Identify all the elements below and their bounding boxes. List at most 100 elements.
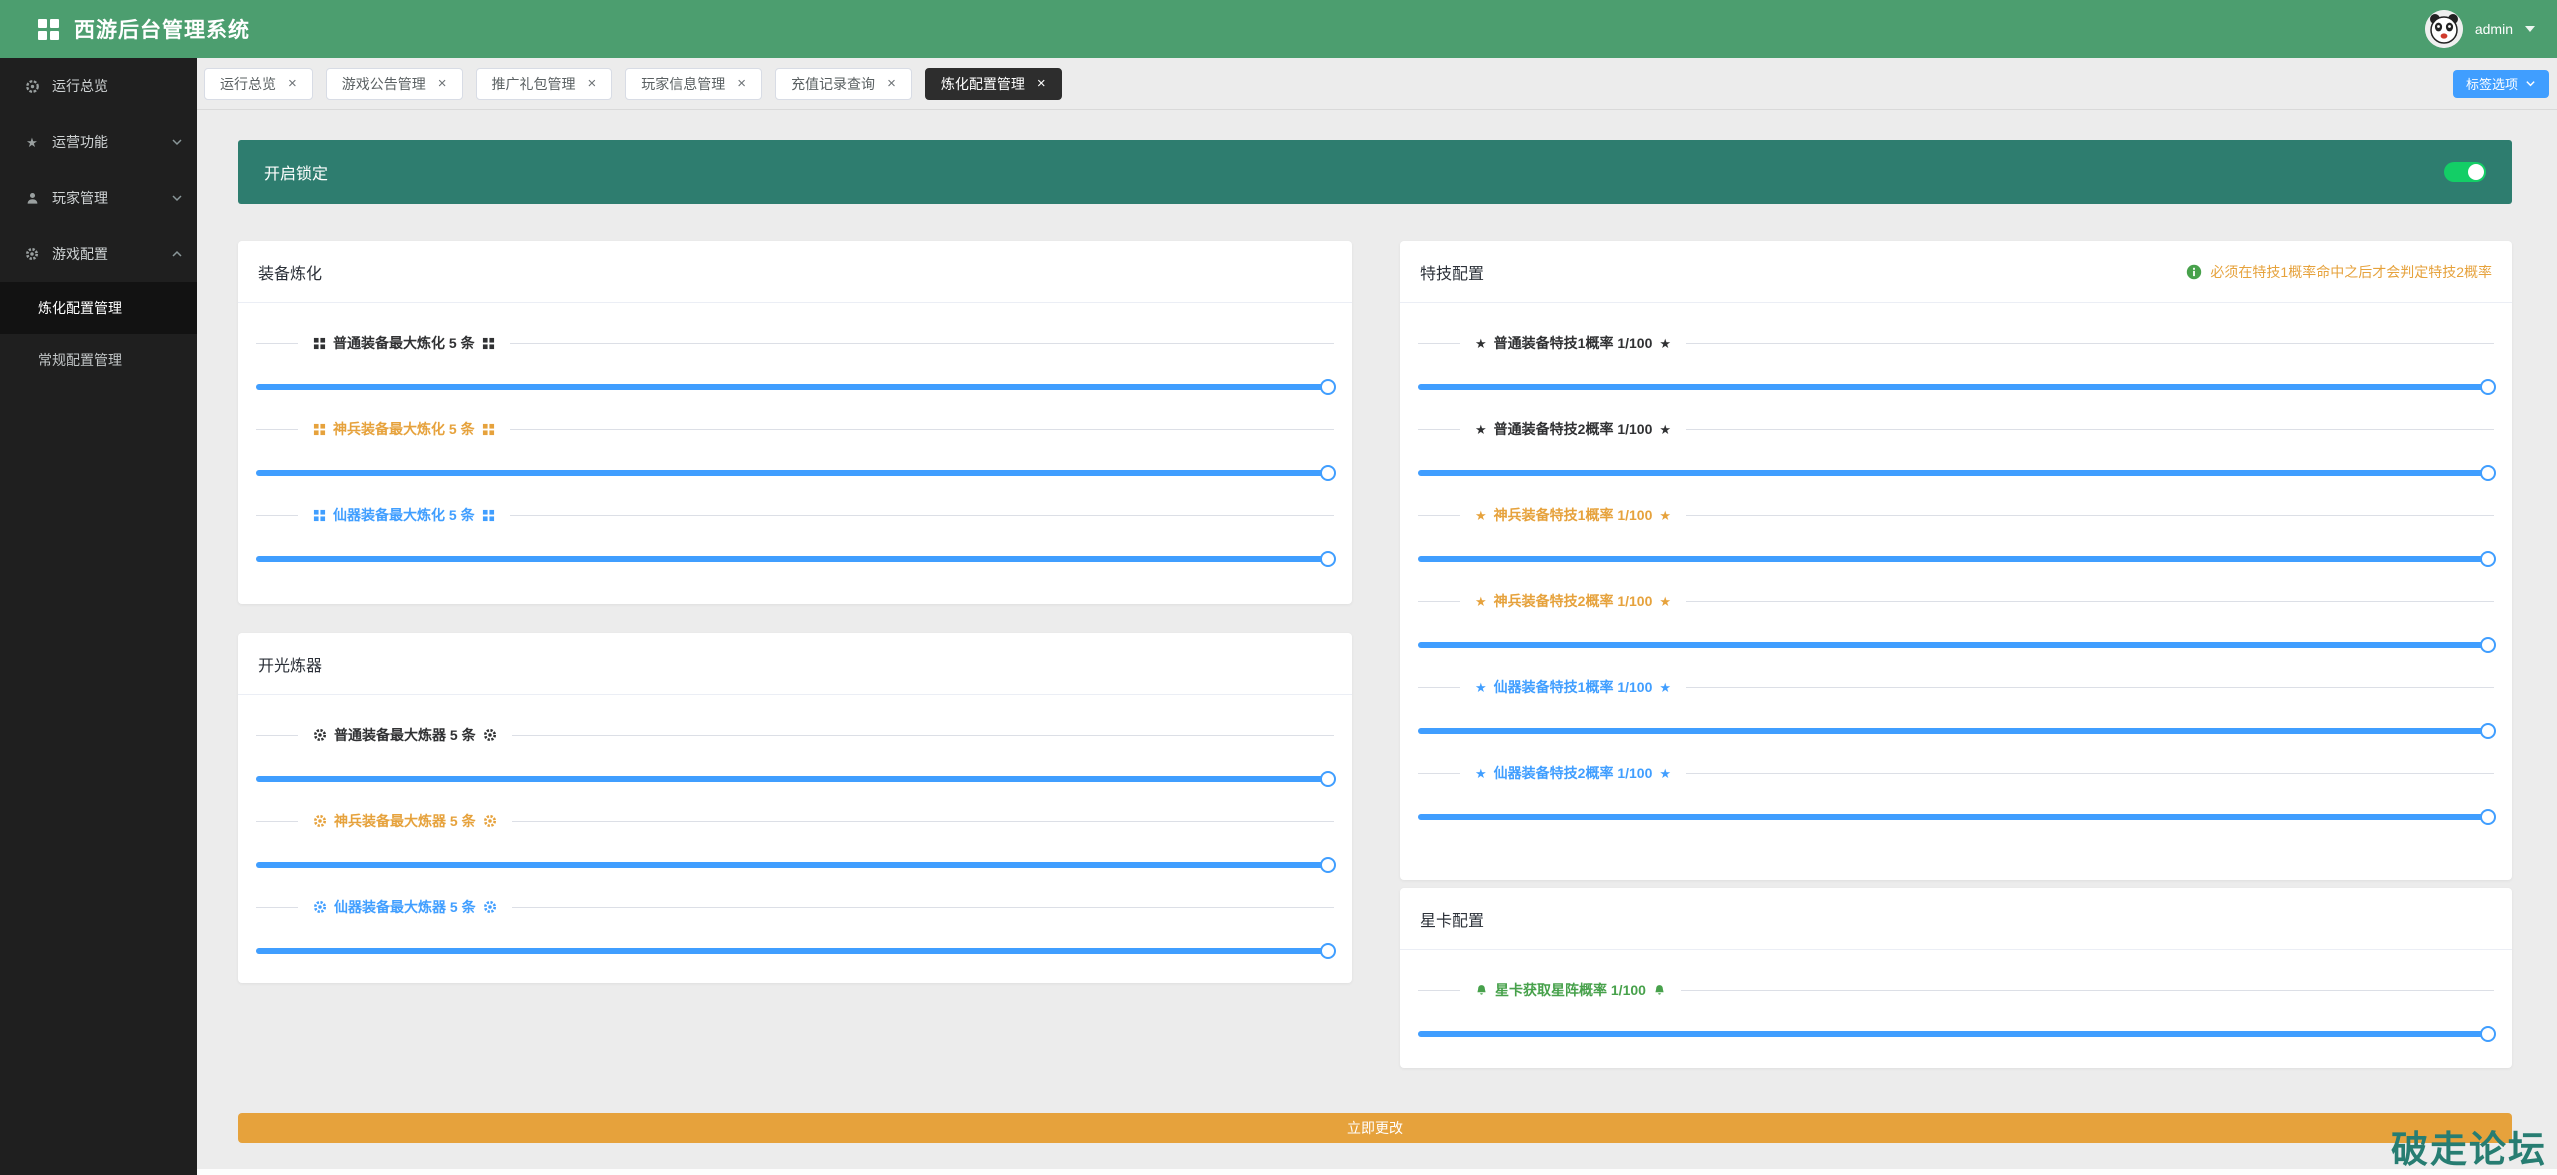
star-icon: ★ (1475, 681, 1487, 694)
slider-fill (256, 556, 1334, 562)
sidebar-subitem[interactable]: 炼化配置管理 (0, 282, 197, 334)
slider[interactable] (1418, 723, 2494, 739)
row-divider: ★普通装备特技2概率 1/100★ (1418, 421, 2494, 437)
slider-fill (256, 776, 1334, 782)
user-name[interactable]: admin (2475, 21, 2513, 37)
sidebar-submenu: 炼化配置管理常规配置管理 (0, 282, 197, 386)
tab-close-icon[interactable]: × (588, 76, 597, 91)
slider-handle[interactable] (2480, 637, 2496, 653)
star-icon: ★ (1659, 681, 1671, 694)
lock-toggle-label: 开启锁定 (264, 160, 328, 184)
tab-close-icon[interactable]: × (887, 76, 896, 91)
row-divider: 普通装备最大炼器 5 条 (256, 727, 1334, 743)
slider-handle[interactable] (1320, 379, 1336, 395)
slider-row-label: 神兵装备最大炼化 5 条 (298, 419, 510, 439)
slider-handle[interactable] (1320, 771, 1336, 787)
tab-label: 游戏公告管理 (342, 74, 426, 94)
slider-fill (256, 948, 1334, 954)
lock-toggle-switch[interactable] (2444, 162, 2486, 182)
row-divider: ★神兵装备特技1概率 1/100★ (1418, 507, 2494, 523)
slider-row-label: ★仙器装备特技2概率 1/100★ (1460, 763, 1686, 783)
tab-推广礼包管理[interactable]: 推广礼包管理 × (476, 68, 613, 100)
tab-label: 推广礼包管理 (492, 74, 576, 94)
tab-close-icon[interactable]: × (737, 76, 746, 91)
row-divider: ★普通装备特技1概率 1/100★ (1418, 335, 2494, 351)
star-icon: ★ (24, 134, 40, 150)
user-avatar[interactable] (2425, 10, 2463, 48)
star-icon: ★ (1475, 509, 1487, 522)
slider[interactable] (256, 465, 1334, 481)
slider[interactable] (256, 943, 1334, 959)
sidebar-subitem[interactable]: 常规配置管理 (0, 334, 197, 386)
gear-icon (24, 246, 40, 262)
tab-close-icon[interactable]: × (1037, 76, 1046, 91)
star-icon: ★ (1659, 595, 1671, 608)
tab-close-icon[interactable]: × (438, 76, 447, 91)
slider[interactable] (1418, 637, 2494, 653)
slider-handle[interactable] (2480, 1026, 2496, 1042)
tab-label: 玩家信息管理 (641, 74, 725, 94)
slider-handle[interactable] (1320, 551, 1336, 567)
slider-fill (256, 384, 1334, 390)
app-logo-grid-icon (38, 19, 58, 39)
slider[interactable] (1418, 809, 2494, 825)
slider-handle[interactable] (2480, 551, 2496, 567)
tab-label: 运行总览 (220, 74, 276, 94)
slider-handle[interactable] (1320, 857, 1336, 873)
row-divider: 仙器装备最大炼器 5 条 (256, 899, 1334, 915)
watermark: 破走论坛 (2391, 1119, 2547, 1173)
slider[interactable] (256, 379, 1334, 395)
slider-handle[interactable] (1320, 943, 1336, 959)
grid-icon (313, 509, 326, 522)
star-icon: ★ (1475, 767, 1487, 780)
panel-star-card: 星卡配置 星卡获取星阵概率 1/100 (1400, 888, 2512, 1068)
user-caret-down-icon (2525, 26, 2535, 32)
slider[interactable] (1418, 551, 2494, 567)
chevron-down-icon (171, 192, 183, 204)
slider-handle[interactable] (2480, 723, 2496, 739)
slider[interactable] (1418, 379, 2494, 395)
tab-运行总览[interactable]: 运行总览 × (204, 68, 313, 100)
grid-icon (482, 509, 495, 522)
slider[interactable] (256, 771, 1334, 787)
slider-row-label: 普通装备最大炼器 5 条 (298, 725, 512, 745)
slider[interactable] (256, 857, 1334, 873)
gear-icon (483, 814, 497, 828)
grid-icon (482, 337, 495, 350)
sidebar-item-1[interactable]: 运行总览 (0, 58, 197, 114)
tab-options-button[interactable]: 标签选项 (2453, 70, 2549, 98)
slider-handle[interactable] (1320, 465, 1336, 481)
submit-button[interactable]: 立即更改 (238, 1113, 2512, 1143)
row-divider: ★仙器装备特技2概率 1/100★ (1418, 765, 2494, 781)
slider-row-label: 仙器装备最大炼化 5 条 (298, 505, 510, 525)
chevron-down-icon (2525, 78, 2536, 89)
slider-row-label-text: 仙器装备最大炼器 5 条 (334, 897, 476, 917)
slider-handle[interactable] (2480, 465, 2496, 481)
user-menu[interactable]: admin (2425, 10, 2535, 48)
sidebar-item-4[interactable]: 游戏配置 (0, 226, 197, 282)
sidebar-item-3[interactable]: 玩家管理 (0, 170, 197, 226)
slider-handle[interactable] (2480, 379, 2496, 395)
slider-row-label: 神兵装备最大炼器 5 条 (298, 811, 512, 831)
special-skill-note: 必须在特技1概率命中之后才会判定特技2概率 (2186, 262, 2492, 282)
star-icon: ★ (1659, 767, 1671, 780)
star-icon: ★ (1659, 337, 1671, 350)
slider[interactable] (256, 551, 1334, 567)
bell-icon (1475, 984, 1488, 997)
tab-close-icon[interactable]: × (288, 76, 297, 91)
slider-row-label: 普通装备最大炼化 5 条 (298, 333, 510, 353)
slider[interactable] (1418, 1026, 2494, 1042)
panel-title: 特技配置 (1420, 260, 1484, 284)
slider-fill (1418, 642, 2494, 648)
slider-handle[interactable] (2480, 809, 2496, 825)
tab-游戏公告管理[interactable]: 游戏公告管理 × (326, 68, 463, 100)
tab-label: 炼化配置管理 (941, 74, 1025, 94)
slider[interactable] (1418, 465, 2494, 481)
sidebar-item-2[interactable]: ★运营功能 (0, 114, 197, 170)
slider-fill (256, 470, 1334, 476)
tab-炼化配置管理[interactable]: 炼化配置管理 × (925, 68, 1062, 100)
tab-充值记录查询[interactable]: 充值记录查询× (775, 68, 912, 100)
grid-icon (482, 423, 495, 436)
tab-玩家信息管理[interactable]: 玩家信息管理 × (625, 68, 762, 100)
grid-icon (313, 337, 326, 350)
